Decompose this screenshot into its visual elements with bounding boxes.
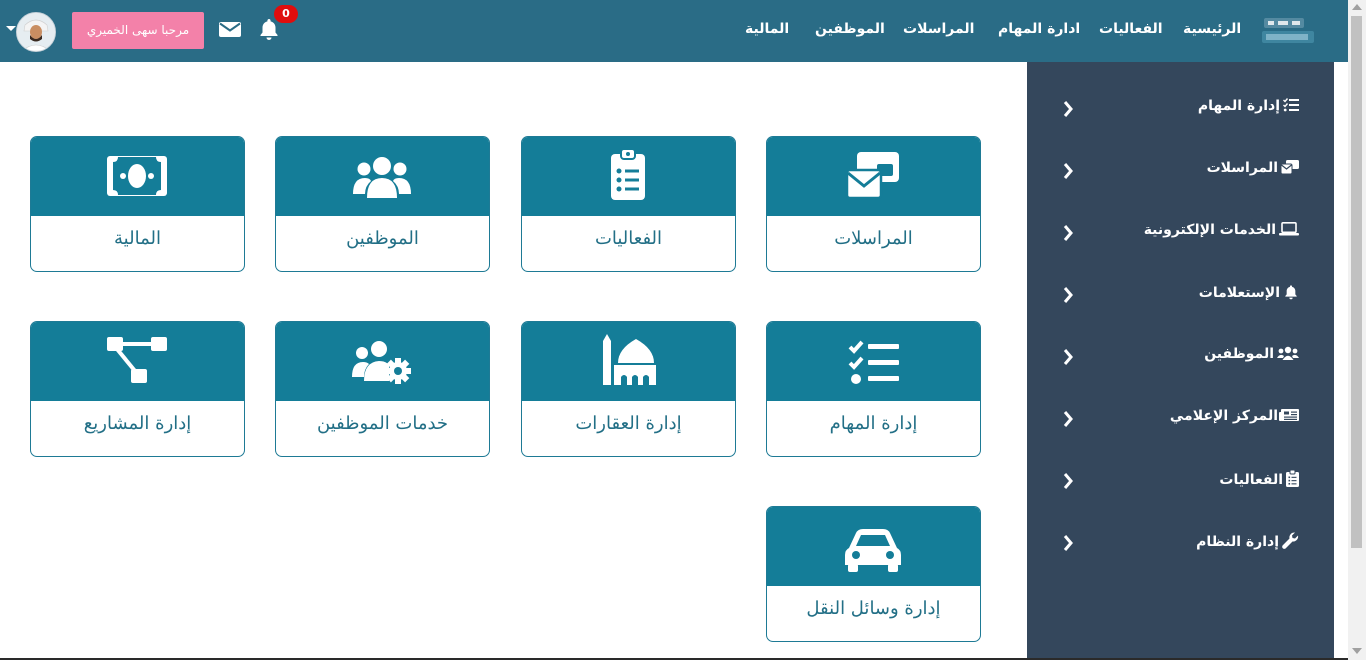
scroll-down-icon[interactable]	[1352, 648, 1362, 654]
sidebar-item-label: المركز الإعلامي	[1169, 408, 1278, 424]
chevron-left-icon	[1063, 163, 1073, 179]
tile-label: خدمات الموظفين	[316, 413, 449, 434]
sidebar-item-e-services[interactable]: الخدمات الإلكترونية	[1027, 213, 1334, 253]
sidebar-item-label: إدارة النظام	[1196, 534, 1279, 550]
tile-label: الفعاليات	[594, 228, 663, 249]
mosque-icon	[603, 334, 656, 385]
nav-events[interactable]: الفعاليات	[1099, 21, 1163, 37]
users-icon	[1277, 346, 1299, 360]
tile-label: إدارة وسائل النقل	[806, 598, 941, 619]
tile-label: المالية	[114, 228, 161, 249]
nav-finance[interactable]: المالية	[745, 21, 789, 37]
top-navbar: الرئيسية الفعاليات ادارة المهام المراسلا…	[0, 0, 1348, 62]
chevron-left-icon	[1063, 225, 1073, 241]
nav-home[interactable]: الرئيسية	[1183, 21, 1241, 37]
tile-transport-management[interactable]: إدارة وسائل النقل	[766, 506, 981, 642]
notification-badge: 0	[274, 5, 298, 23]
tile-events[interactable]: الفعاليات	[521, 136, 736, 272]
tile-label: الموظفين	[346, 228, 419, 249]
nav-tasks[interactable]: ادارة المهام	[998, 21, 1080, 37]
tile-label: المراسلات	[834, 228, 913, 249]
chevron-left-icon	[1063, 411, 1073, 427]
tile-employee-services[interactable]: خدمات الموظفين	[275, 321, 490, 457]
car-icon	[845, 529, 901, 572]
scrollbar-thumb[interactable]	[1351, 16, 1362, 548]
avatar[interactable]	[16, 12, 56, 52]
mail-bulk-icon	[845, 152, 899, 200]
sidebar-item-label: الخدمات الإلكترونية	[1143, 222, 1276, 238]
logo-icon[interactable]	[1258, 14, 1316, 48]
money-bill-icon	[107, 156, 167, 196]
tasks-icon	[1283, 98, 1299, 112]
sidebar-item-label: إدارة المهام	[1197, 98, 1280, 114]
tile-label: إدارة العقارات	[575, 413, 682, 434]
tile-project-management[interactable]: إدارة المشاريع	[30, 321, 245, 457]
tile-real-estate[interactable]: إدارة العقارات	[521, 321, 736, 457]
sidebar-item-events[interactable]: الفعاليات	[1027, 461, 1334, 501]
sidebar-item-inquiries[interactable]: الإستعلامات	[1027, 275, 1334, 315]
tile-label: إدارة المشاريع	[83, 413, 192, 434]
chevron-left-icon	[1063, 287, 1073, 303]
tile-finance[interactable]: المالية	[30, 136, 245, 272]
laptop-icon	[1279, 222, 1299, 236]
sidebar-item-tasks[interactable]: إدارة المهام	[1027, 89, 1334, 129]
wrench-icon	[1282, 532, 1299, 549]
chevron-left-icon	[1063, 535, 1073, 551]
mail-bulk-icon	[1280, 160, 1299, 175]
sidebar-item-label: المراسلات	[1206, 160, 1278, 176]
sidebar-item-employees[interactable]: الموظفين	[1027, 337, 1334, 377]
tile-employees[interactable]: الموظفين	[275, 136, 490, 272]
clipboard-list-icon	[611, 148, 645, 200]
sidebar-item-system-admin[interactable]: إدارة النظام	[1027, 523, 1334, 563]
users-icon	[353, 157, 411, 198]
tasks-icon	[848, 340, 899, 384]
sidebar-item-media-center[interactable]: المركز الإعلامي	[1027, 399, 1334, 439]
tile-task-management[interactable]: إدارة المهام	[766, 321, 981, 457]
tile-correspondence[interactable]: المراسلات	[766, 136, 981, 272]
clipboard-list-icon	[1286, 469, 1299, 487]
sidebar-item-label: الموظفين	[1204, 346, 1274, 362]
sidebar-item-correspondence[interactable]: المراسلات	[1027, 151, 1334, 191]
sidebar: إدارة المهام المراسلات الخدمات الإلكترون…	[1027, 62, 1334, 660]
project-diagram-icon	[107, 337, 167, 383]
scroll-up-icon[interactable]	[1352, 4, 1362, 10]
envelope-icon[interactable]	[219, 20, 241, 38]
chevron-left-icon	[1063, 473, 1073, 489]
tile-label: إدارة المهام	[829, 413, 918, 434]
chevron-down-icon[interactable]	[6, 26, 16, 31]
chevron-left-icon	[1063, 349, 1073, 365]
users-cog-icon	[352, 341, 411, 384]
bell-icon	[1285, 285, 1297, 300]
welcome-button[interactable]: مرحبا سهى الخميري	[72, 12, 204, 49]
nav-correspondence[interactable]: المراسلات	[903, 21, 974, 37]
sidebar-item-label: الإستعلامات	[1198, 285, 1280, 301]
nav-employees[interactable]: الموظفين	[815, 21, 885, 37]
newspaper-icon	[1279, 409, 1299, 421]
sidebar-item-label: الفعاليات	[1219, 472, 1283, 488]
chevron-left-icon	[1063, 101, 1073, 117]
